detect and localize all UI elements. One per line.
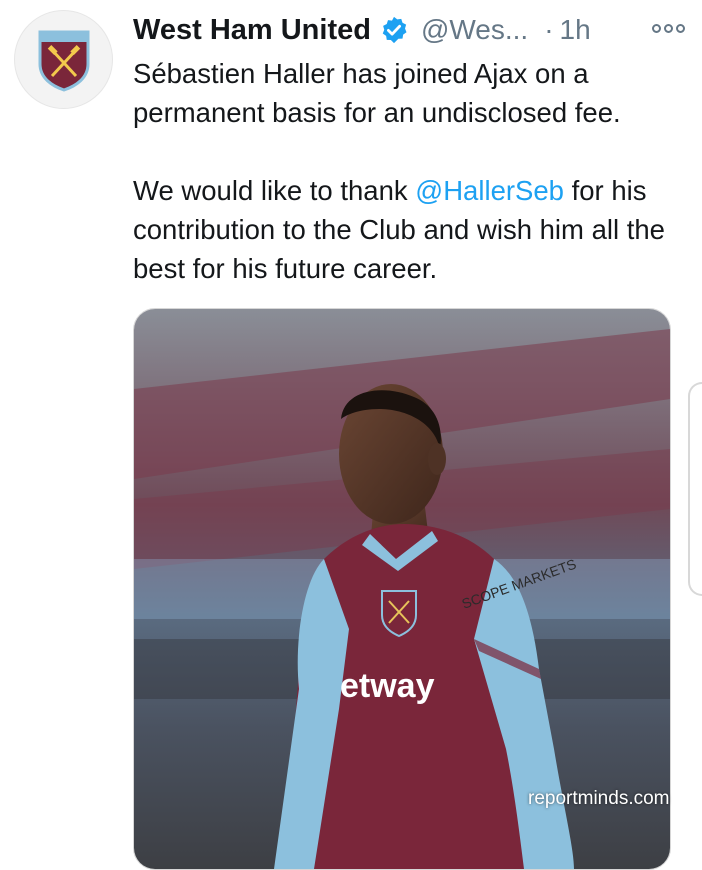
tweet-header: West Ham United @Wes... · 1h: [133, 10, 688, 50]
account-name[interactable]: West Ham United: [133, 14, 371, 47]
tweet-paragraph-1: Sébastien Haller has joined Ajax on a pe…: [133, 58, 621, 128]
tweet-body: Sébastien Haller has joined Ajax on a pe…: [133, 54, 693, 288]
shirt-sponsor-text: etway: [340, 667, 435, 705]
tweet-timestamp[interactable]: 1h: [560, 14, 591, 46]
more-options-icon[interactable]: [652, 24, 688, 38]
tweet-photo[interactable]: etway SCOPE MARKETS: [133, 308, 671, 870]
mention-link[interactable]: @HallerSeb: [415, 175, 564, 206]
photo-watermark: reportminds.com: [528, 788, 670, 809]
verified-badge-icon: [379, 15, 409, 45]
account-avatar[interactable]: [14, 10, 113, 109]
tweet-paragraph-2: We would like to thank @HallerSeb for hi…: [133, 171, 693, 288]
account-handle[interactable]: @Wes...: [421, 14, 528, 46]
tweet-text-segment: We would like to thank: [133, 175, 416, 206]
scroll-handle[interactable]: [688, 382, 702, 596]
west-ham-crest-icon: [38, 30, 89, 92]
meta-separator: ·: [544, 14, 554, 45]
